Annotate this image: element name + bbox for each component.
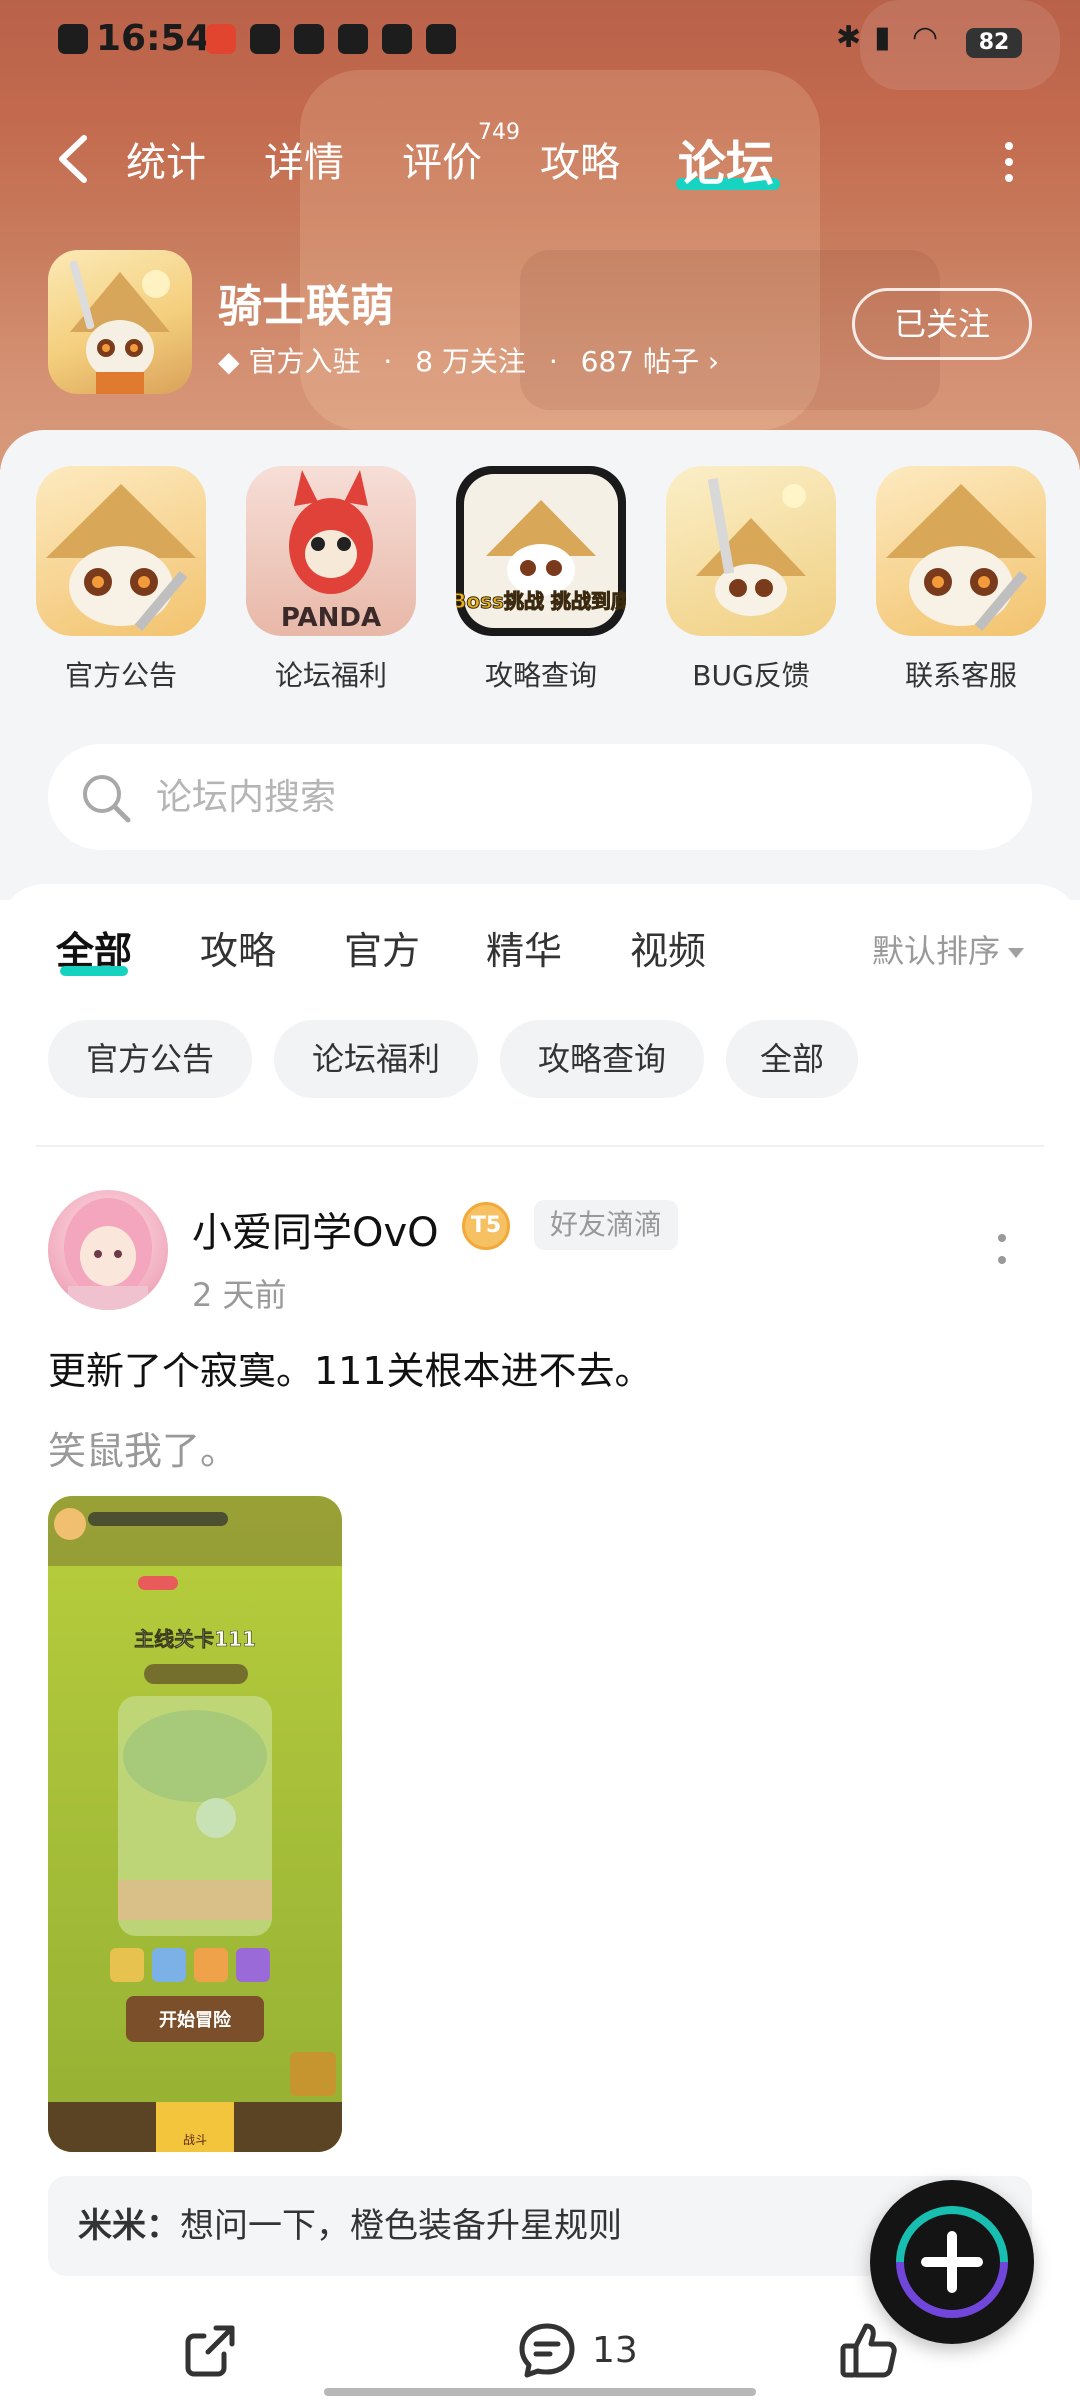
- start-adventure-text: 开始冒险: [159, 2009, 232, 2031]
- user-tag: 好友滴滴: [534, 1200, 679, 1250]
- follow-button[interactable]: 已关注: [852, 288, 1032, 360]
- bug-feedback-icon: [666, 466, 836, 636]
- posts-count[interactable]: 687 帖子: [581, 345, 699, 378]
- followers-count: 8 万关注: [415, 345, 526, 378]
- shortcut-official-announcement[interactable]: 官方公告: [36, 466, 206, 694]
- tab-details[interactable]: 详情: [264, 130, 344, 188]
- avatar[interactable]: [48, 1190, 168, 1310]
- comment-text: 想问一下，橙色装备升星规则: [180, 2206, 622, 2246]
- active-tab-indicator: [60, 966, 128, 976]
- home-indicator[interactable]: [324, 2388, 756, 2396]
- shortcut-forum-welfare[interactable]: PANDA 论坛福利: [246, 466, 416, 694]
- level-badge: T5: [462, 1202, 510, 1250]
- tab-guides[interactable]: 攻略: [540, 130, 620, 188]
- top-nav: 统计 详情 评价 749 攻略 论坛: [0, 120, 1080, 200]
- sort-label: 默认排序: [872, 932, 1001, 970]
- guide-art-text: Boss挑战 挑战到底: [456, 589, 626, 613]
- tab-featured[interactable]: 精华: [486, 920, 562, 975]
- notification-icon: [294, 24, 324, 54]
- notification-icon: [382, 24, 412, 54]
- search-input[interactable]: [156, 764, 996, 830]
- post-title[interactable]: 更新了个寂寞。111关根本进不去。: [48, 1340, 653, 1395]
- post-time: 2 天前: [192, 1276, 287, 1314]
- shortcut-label: 攻略查询: [484, 659, 597, 692]
- forum-search-bar[interactable]: [48, 744, 1032, 850]
- shortcut-label: 联系客服: [904, 659, 1017, 692]
- chip-guide-query[interactable]: 攻略查询: [500, 1020, 704, 1098]
- more-options-icon[interactable]: [1004, 140, 1014, 184]
- shortcut-label: 官方公告: [64, 659, 177, 692]
- battery-icon: 82: [966, 28, 1022, 58]
- separator-dot: ·: [548, 345, 558, 378]
- sort-dropdown[interactable]: 默认排序: [872, 926, 1025, 972]
- comment-count: 13: [592, 2330, 638, 2371]
- status-time: 16:54: [96, 18, 211, 59]
- shortcut-label: 论坛福利: [274, 659, 387, 692]
- chip-official-announcement[interactable]: 官方公告: [48, 1020, 252, 1098]
- like-icon[interactable]: [838, 2320, 898, 2380]
- content-tabs: 全部 攻略 官方 精华 视频 默认排序: [0, 916, 1080, 986]
- play-icon: [426, 24, 456, 54]
- tab-stats[interactable]: 统计: [126, 130, 206, 188]
- review-count-badge: 749: [478, 120, 520, 145]
- post-body[interactable]: 笑鼠我了。: [48, 1420, 238, 1475]
- tab-official[interactable]: 官方: [344, 920, 420, 975]
- post-author-name[interactable]: 小爱同学OvO: [192, 1200, 439, 1258]
- status-bar: 16:54 ✱ ▮ ◠ 82: [0, 0, 1080, 86]
- notification-icon: [250, 24, 280, 54]
- shortcut-guide-query[interactable]: Boss挑战 挑战到底 攻略查询: [456, 466, 626, 694]
- app-notification-icon: [206, 24, 236, 54]
- chip-all[interactable]: 全部: [726, 1020, 858, 1098]
- game-icon: [48, 250, 192, 394]
- wifi-icon: ◠: [912, 20, 939, 55]
- post-image[interactable]: 主线关卡111 开始冒险 战斗: [48, 1496, 342, 2152]
- welfare-art-text: PANDA: [281, 603, 381, 633]
- customer-service-icon: [876, 466, 1046, 636]
- game-header: 16:54 ✱ ▮ ◠ 82 统计 详情 评价 749 攻略 论坛 骑士联萌 ◆…: [0, 0, 1080, 470]
- share-icon[interactable]: [180, 2320, 240, 2380]
- notification-icon: [338, 24, 368, 54]
- separator-dot: ·: [383, 345, 393, 378]
- official-label: 官方入驻: [248, 345, 361, 378]
- guide-query-icon: Boss挑战 挑战到底: [456, 466, 626, 636]
- tab-videos[interactable]: 视频: [630, 920, 706, 975]
- game-title: 骑士联萌: [218, 281, 394, 332]
- post-actions: 13: [0, 2300, 1080, 2400]
- avatar-art: [64, 1198, 152, 1310]
- tab-guides[interactable]: 攻略: [200, 920, 276, 975]
- back-arrow-icon[interactable]: [52, 134, 96, 184]
- game-screenshot: 主线关卡111 开始冒险 战斗: [48, 1496, 342, 2152]
- divider: [36, 1145, 1044, 1147]
- battle-tab-text: 战斗: [183, 2133, 207, 2147]
- game-meta: ◆ 官方入驻 · 8 万关注 · 687 帖子 ›: [218, 340, 719, 380]
- stage-title-text: 主线关卡111: [134, 1627, 256, 1651]
- vibrate-icon: ▮: [874, 20, 891, 55]
- shortcut-customer-service[interactable]: 联系客服: [876, 466, 1046, 694]
- shortcut-label: BUG反馈: [692, 659, 810, 692]
- official-announcement-icon: [36, 466, 206, 636]
- shortcut-bug-feedback[interactable]: BUG反馈: [666, 466, 836, 694]
- chevron-right-icon[interactable]: ›: [708, 345, 719, 378]
- post-more-icon[interactable]: [996, 1232, 1008, 1266]
- comment-icon[interactable]: [516, 2320, 578, 2380]
- bluetooth-icon: ✱: [836, 20, 862, 55]
- tab-forum[interactable]: 论坛: [678, 124, 774, 194]
- chip-forum-welfare[interactable]: 论坛福利: [274, 1020, 478, 1098]
- search-icon: [83, 775, 131, 823]
- tab-reviews[interactable]: 评价: [402, 130, 482, 188]
- diamond-icon: ◆: [218, 345, 240, 378]
- forum-welfare-icon: PANDA: [246, 466, 416, 636]
- knight-panda-icon: [69, 260, 170, 394]
- comment-author: 米米：: [78, 2206, 180, 2246]
- caret-down-icon: [1008, 948, 1025, 958]
- notification-icon: [58, 24, 88, 54]
- shortcut-row: 官方公告 PANDA 论坛福利 Boss挑战 挑战到底 攻略查询 BUG反馈 联…: [0, 466, 1080, 706]
